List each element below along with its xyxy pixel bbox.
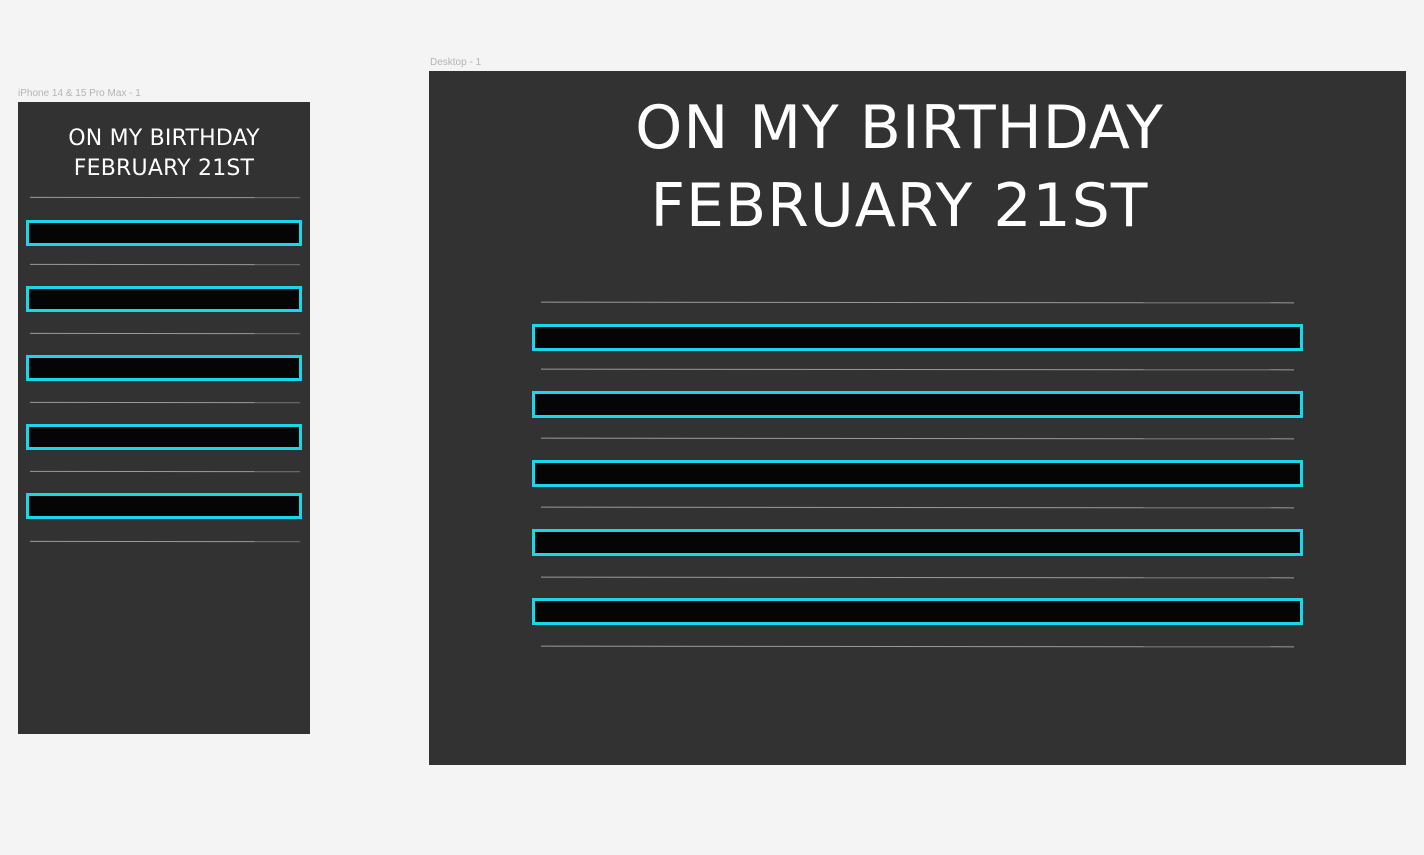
mobile-frame-label[interactable]: iPhone 14 & 15 Pro Max - 1 xyxy=(18,88,141,99)
desktop-title-line2: FEBRUARY 21ST xyxy=(650,171,1149,241)
mobile-divider xyxy=(29,332,301,335)
mobile-item-bar[interactable] xyxy=(26,220,302,246)
desktop-frame-label[interactable]: Desktop - 1 xyxy=(430,57,481,68)
desktop-item-bar[interactable] xyxy=(532,529,1303,556)
desktop-title: ON MY BIRTHDAY FEBRUARY 21ST xyxy=(429,89,1406,245)
desktop-divider xyxy=(540,645,1295,648)
mobile-item-bar[interactable] xyxy=(26,424,302,450)
mobile-divider xyxy=(29,401,301,404)
desktop-item-bar[interactable] xyxy=(532,324,1303,351)
mobile-divider xyxy=(29,540,301,543)
desktop-frame[interactable]: ON MY BIRTHDAY FEBRUARY 21ST xyxy=(429,71,1406,765)
mobile-frame[interactable]: ON MY BIRTHDAY FEBRUARY 21ST xyxy=(18,102,310,734)
desktop-item-bar[interactable] xyxy=(532,598,1303,625)
mobile-title: ON MY BIRTHDAY FEBRUARY 21ST xyxy=(18,124,310,184)
mobile-divider xyxy=(29,470,301,473)
desktop-divider xyxy=(540,437,1295,440)
desktop-divider xyxy=(540,368,1295,371)
mobile-title-line2: FEBRUARY 21ST xyxy=(73,156,255,181)
desktop-title-line1: ON MY BIRTHDAY xyxy=(635,93,1164,163)
mobile-divider xyxy=(29,263,301,266)
design-canvas: iPhone 14 & 15 Pro Max - 1 ON MY BIRTHDA… xyxy=(0,0,1424,855)
mobile-item-bar[interactable] xyxy=(26,493,302,519)
mobile-item-bar[interactable] xyxy=(26,286,302,312)
mobile-divider xyxy=(29,196,301,199)
mobile-item-bar[interactable] xyxy=(26,355,302,381)
desktop-item-bar[interactable] xyxy=(532,391,1303,418)
desktop-divider xyxy=(540,301,1295,304)
desktop-item-bar[interactable] xyxy=(532,460,1303,487)
desktop-divider xyxy=(540,506,1295,509)
mobile-title-line1: ON MY BIRTHDAY xyxy=(68,126,260,151)
desktop-divider xyxy=(540,576,1295,579)
